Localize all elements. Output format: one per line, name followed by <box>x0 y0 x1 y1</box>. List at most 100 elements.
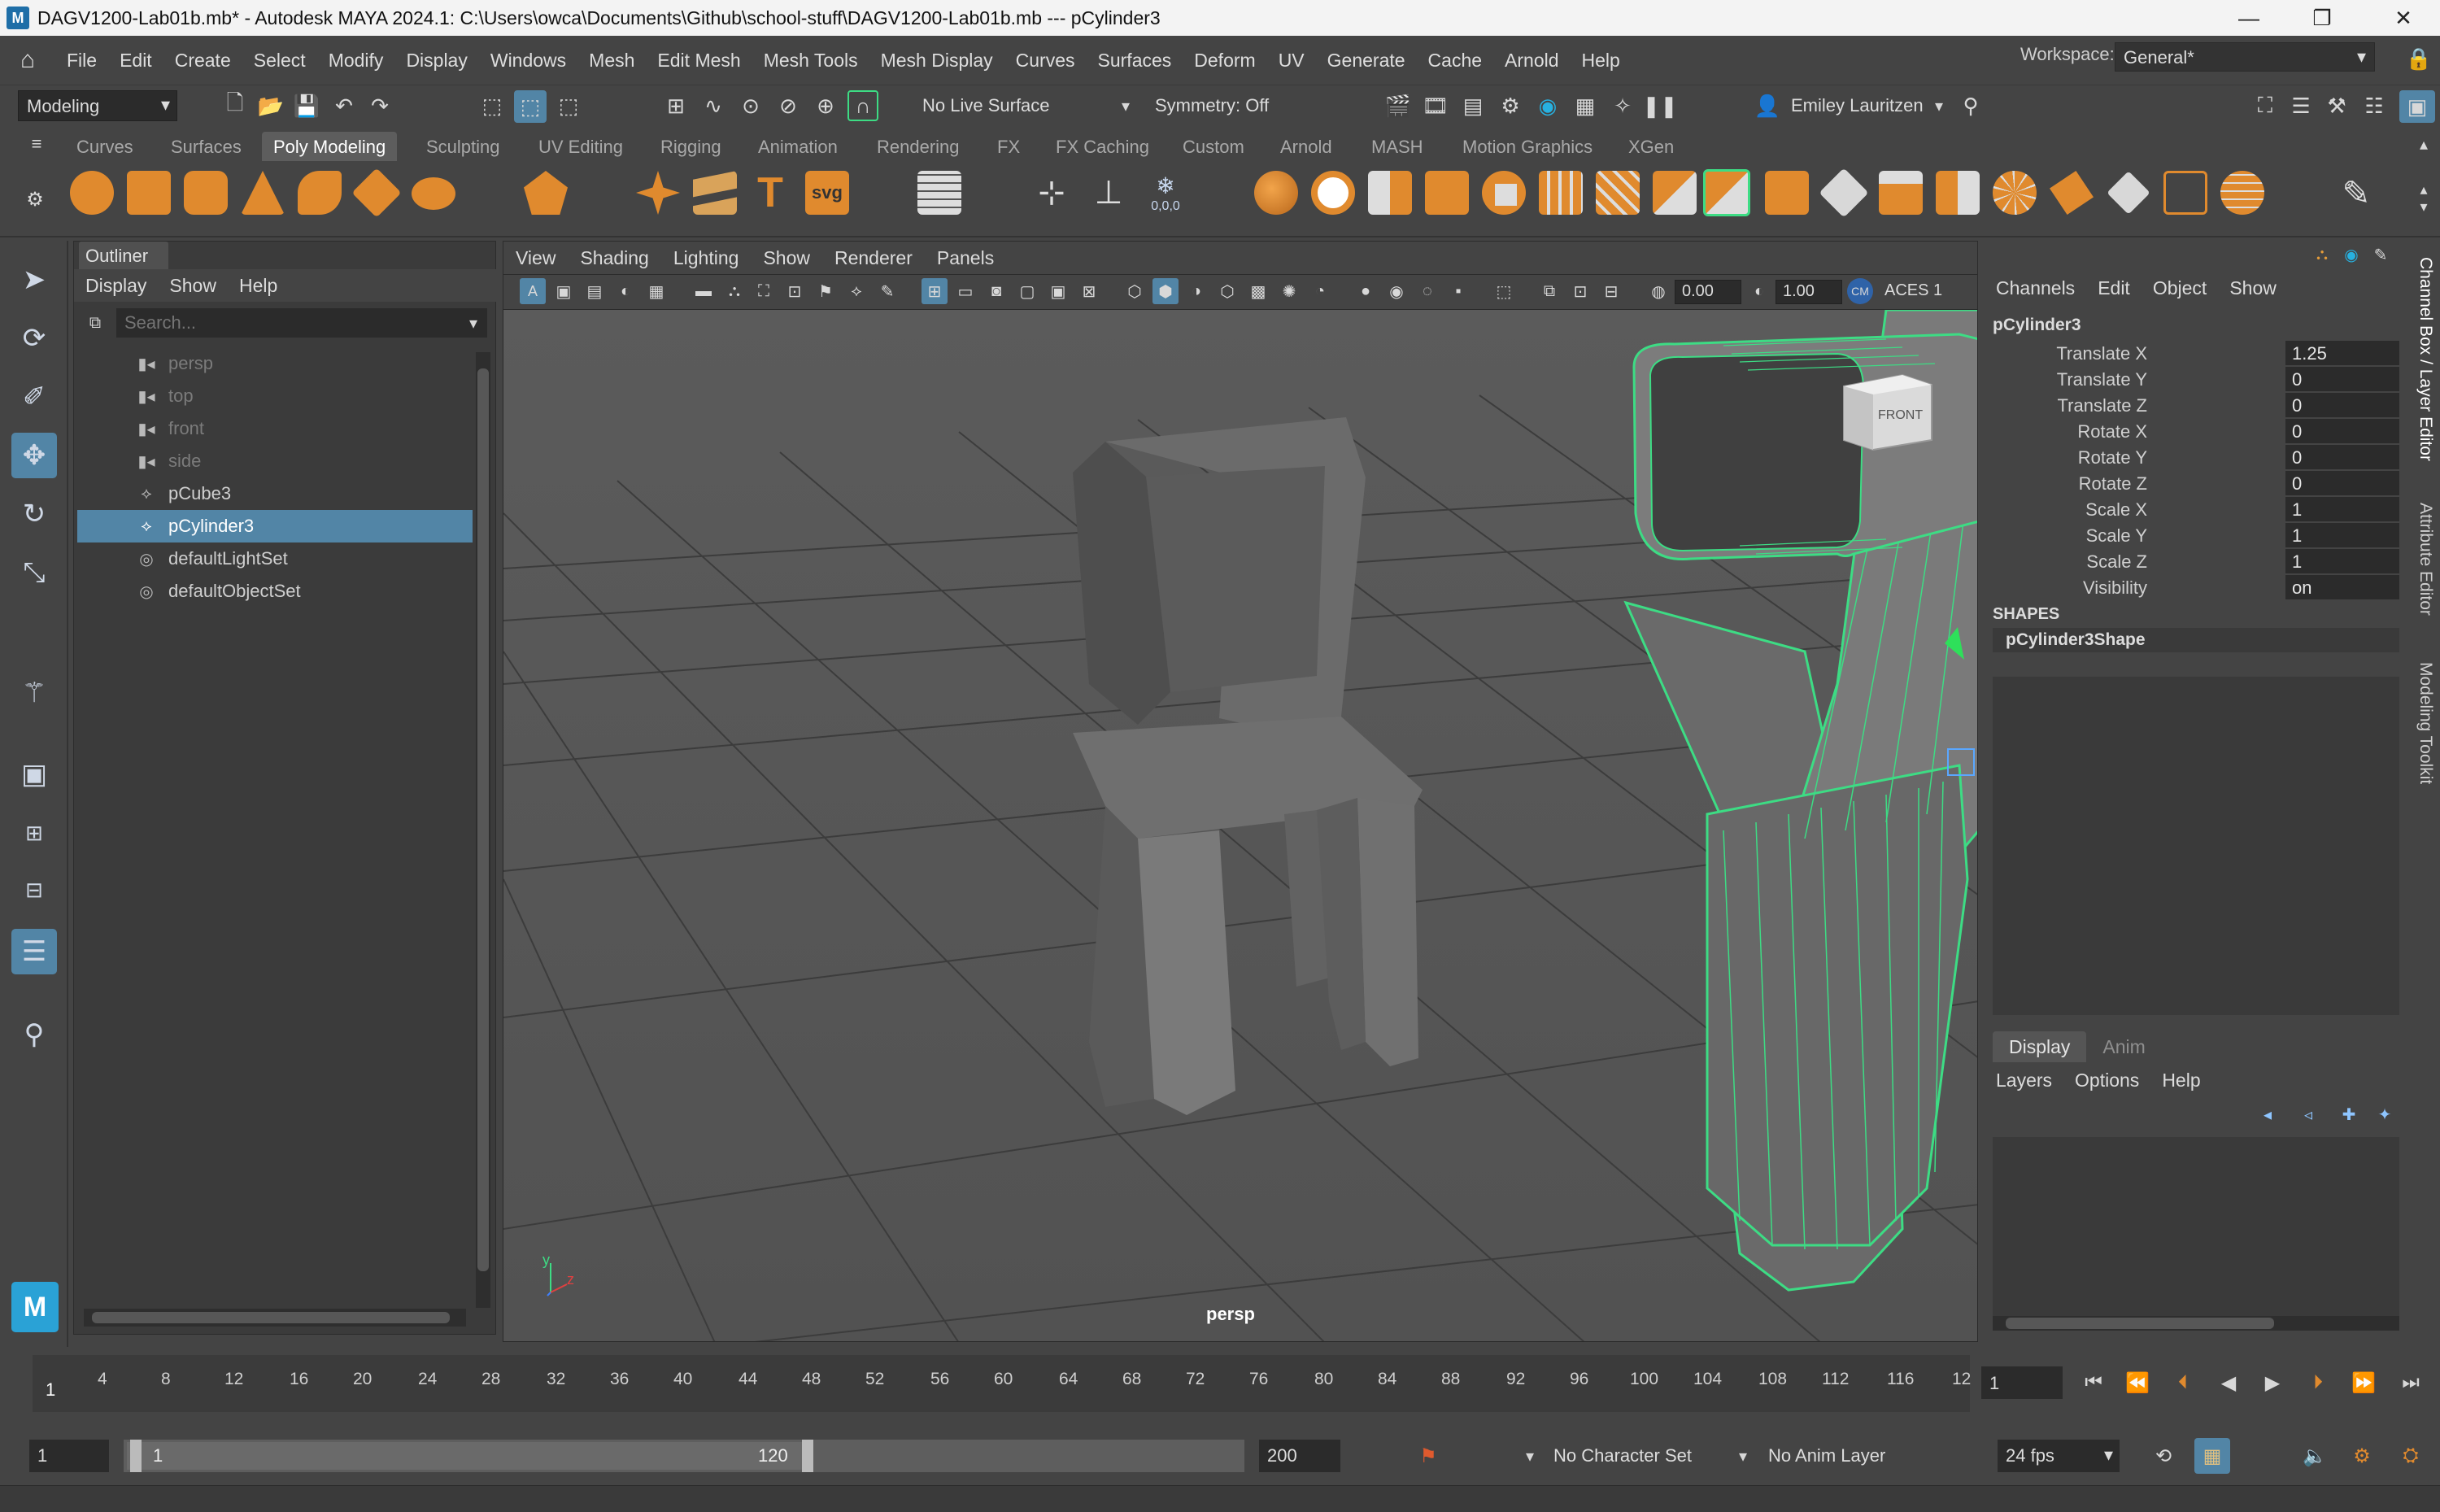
shelf-menu-icon[interactable]: ≡ <box>24 132 49 156</box>
menu-edit-mesh[interactable]: Edit Mesh <box>646 50 752 72</box>
reduce-icon[interactable] <box>1703 169 1750 216</box>
select-hierarchy-icon[interactable]: ⬚ <box>477 90 508 121</box>
outliner-item-front[interactable]: ▮◂ front <box>77 412 473 445</box>
paint-weights-icon[interactable] <box>2220 171 2264 215</box>
move-layer-up-icon[interactable]: ◂ <box>2255 1101 2281 1127</box>
scrollbar-thumb[interactable] <box>477 368 489 1271</box>
go-to-start-icon[interactable]: ⏮ <box>2077 1366 2110 1399</box>
menu-windows[interactable]: Windows <box>479 50 577 72</box>
outliner-menu-help[interactable]: Help <box>228 275 289 297</box>
shelf-scroll-icon[interactable]: ▴ ▾ <box>2412 169 2435 228</box>
play-forward-icon[interactable]: ▶ <box>2256 1366 2289 1399</box>
view-transform-field[interactable]: ACES 1 <box>1878 280 1976 304</box>
shelf-tab-xgen[interactable]: XGen <box>1617 132 1685 163</box>
attr-visibility[interactable]: Visibility on <box>1985 574 2407 600</box>
open-scene-icon[interactable]: 📂 <box>255 90 286 121</box>
film-gate-icon[interactable]: ▭ <box>952 278 978 304</box>
attr-value[interactable]: on <box>2285 575 2399 599</box>
use-default-material-icon[interactable]: ◑ <box>1183 278 1209 304</box>
undo-icon[interactable]: ↶ <box>329 90 359 121</box>
menu-generate[interactable]: Generate <box>1316 50 1417 72</box>
perspective-viewport[interactable]: FRONT y z persp <box>503 309 1978 1342</box>
redo-icon[interactable]: ↷ <box>364 90 395 121</box>
outliner-tab[interactable]: Outliner <box>79 242 168 269</box>
grid-icon[interactable]: ⊞ <box>922 278 948 304</box>
arnold-render-view-icon[interactable]: ▦ <box>1570 90 1601 121</box>
hud-icon[interactable]: ⧉ <box>1536 278 1562 304</box>
snap-curve-icon[interactable]: ∿ <box>698 90 729 121</box>
range-slider-fill[interactable] <box>127 1442 810 1470</box>
combine-icon[interactable] <box>1254 171 1298 215</box>
shelf-tab-surfaces[interactable]: Surfaces <box>159 132 253 163</box>
shelf-tab-motion-graphics[interactable]: Motion Graphics <box>1451 132 1604 163</box>
single-perspective-layout-icon[interactable]: ▣ <box>11 752 57 797</box>
live-surface-field[interactable]: No Live Surface <box>914 90 1077 121</box>
menu-edit[interactable]: Edit <box>108 50 163 72</box>
current-time-marker[interactable]: 1 <box>39 1370 68 1407</box>
attr-scale-y[interactable]: Scale Y 1 <box>1985 522 2407 548</box>
menu-display[interactable]: Display <box>394 50 478 72</box>
home-icon[interactable]: ⌂ <box>11 44 44 76</box>
current-frame-field[interactable]: 1 <box>1981 1366 2063 1399</box>
isolate-icon[interactable]: ⬚ <box>1491 278 1517 304</box>
outliner-item-side[interactable]: ▮◂ side <box>77 445 473 477</box>
smooth-icon[interactable] <box>1368 171 1412 215</box>
viewport-menu-show[interactable]: Show <box>751 247 822 269</box>
shelf-tab-sculpting[interactable]: Sculpting <box>415 132 512 163</box>
step-forward-frame-icon[interactable]: ⏵ <box>2302 1366 2334 1399</box>
attr-value[interactable]: 0 <box>2285 445 2399 469</box>
menu-mesh-display[interactable]: Mesh Display <box>869 50 1004 72</box>
tab-display[interactable]: Display <box>1993 1031 2087 1062</box>
field-chart-icon[interactable]: ▢ <box>1014 278 1040 304</box>
lock-icon[interactable]: 🔒 <box>2404 42 2433 75</box>
channel-box-menu-edit[interactable]: Edit <box>2086 277 2142 299</box>
chevron-up-icon[interactable]: ▴ <box>2412 132 2435 156</box>
sweep-mesh-icon[interactable] <box>693 171 737 215</box>
safe-title-icon[interactable]: ▣ <box>1045 278 1071 304</box>
poly-sphere-icon[interactable] <box>70 171 114 215</box>
menu-mesh[interactable]: Mesh <box>577 50 646 72</box>
multi-cut-icon[interactable] <box>1993 171 2037 215</box>
outliner-menu-show[interactable]: Show <box>158 275 228 297</box>
tab-attribute-editor[interactable]: Attribute Editor <box>2416 503 2435 616</box>
attr-translate-y[interactable]: Translate Y 0 <box>1985 366 2407 392</box>
select-object-icon[interactable]: ⬚ <box>514 90 547 123</box>
menu-select[interactable]: Select <box>242 50 317 72</box>
extract-icon[interactable] <box>1539 171 1583 215</box>
step-back-key-icon[interactable]: ⏪ <box>2121 1366 2154 1399</box>
auto-key-icon[interactable]: ⚑ <box>1412 1440 1444 1472</box>
isolate-select-icon[interactable]: ⚑ <box>813 278 839 304</box>
resolution-gate-icon[interactable]: ✎ <box>874 278 900 304</box>
menu-create[interactable]: Create <box>163 50 242 72</box>
snap-grid-icon[interactable]: ⊞ <box>660 90 691 121</box>
animation-preferences-icon[interactable]: ⚙ <box>2346 1440 2378 1472</box>
select-camera-icon[interactable]: A <box>520 278 546 304</box>
scrollbar-thumb[interactable] <box>92 1312 450 1323</box>
uv-editor-icon[interactable] <box>917 171 961 215</box>
poly-torus-icon[interactable] <box>298 171 342 215</box>
shelf-tab-rendering[interactable]: Rendering <box>865 132 971 163</box>
shelf-tab-fx-caching[interactable]: FX Caching <box>1044 132 1161 163</box>
poly-disc-icon[interactable] <box>412 177 455 210</box>
scrollbar-thumb[interactable] <box>2006 1318 2274 1329</box>
scale-tool-icon[interactable]: ⤡ <box>11 550 57 595</box>
gear-icon[interactable]: ⚙ <box>21 185 49 213</box>
svg-icon[interactable]: svg <box>805 171 849 215</box>
character-set-field[interactable]: No Character Set <box>1545 1440 1716 1472</box>
time-slider[interactable]: 1 4 8 12 16 20 24 28 32 36 40 44 48 52 5… <box>0 1350 2440 1417</box>
show-manipulator-icon[interactable]: ⚚ <box>11 670 57 716</box>
channel-box-icon[interactable]: ☷ <box>2359 90 2390 121</box>
pencil-icon[interactable]: ✎ <box>2368 242 2393 267</box>
append-polygon-icon[interactable] <box>1936 171 1980 215</box>
tab-channel-box-layer-editor[interactable]: Channel Box / Layer Editor <box>2416 257 2435 461</box>
restore-button[interactable]: ❐ <box>2285 0 2359 36</box>
attr-translate-x[interactable]: Translate X 1.25 <box>1985 340 2407 366</box>
outliner-item-pcube3[interactable]: ⟡ pCube3 <box>77 477 473 510</box>
pause-icon[interactable]: ❚❚ <box>1642 90 1678 121</box>
attr-translate-z[interactable]: Translate Z 0 <box>1985 392 2407 418</box>
snap-magnet-icon[interactable]: ∩ <box>847 90 878 121</box>
anim-layer-field[interactable]: No Anim Layer <box>1760 1440 1923 1472</box>
separate-icon[interactable] <box>1311 171 1355 215</box>
motion-blur-icon[interactable]: ◉ <box>1383 278 1410 304</box>
menu-modify[interactable]: Modify <box>317 50 395 72</box>
